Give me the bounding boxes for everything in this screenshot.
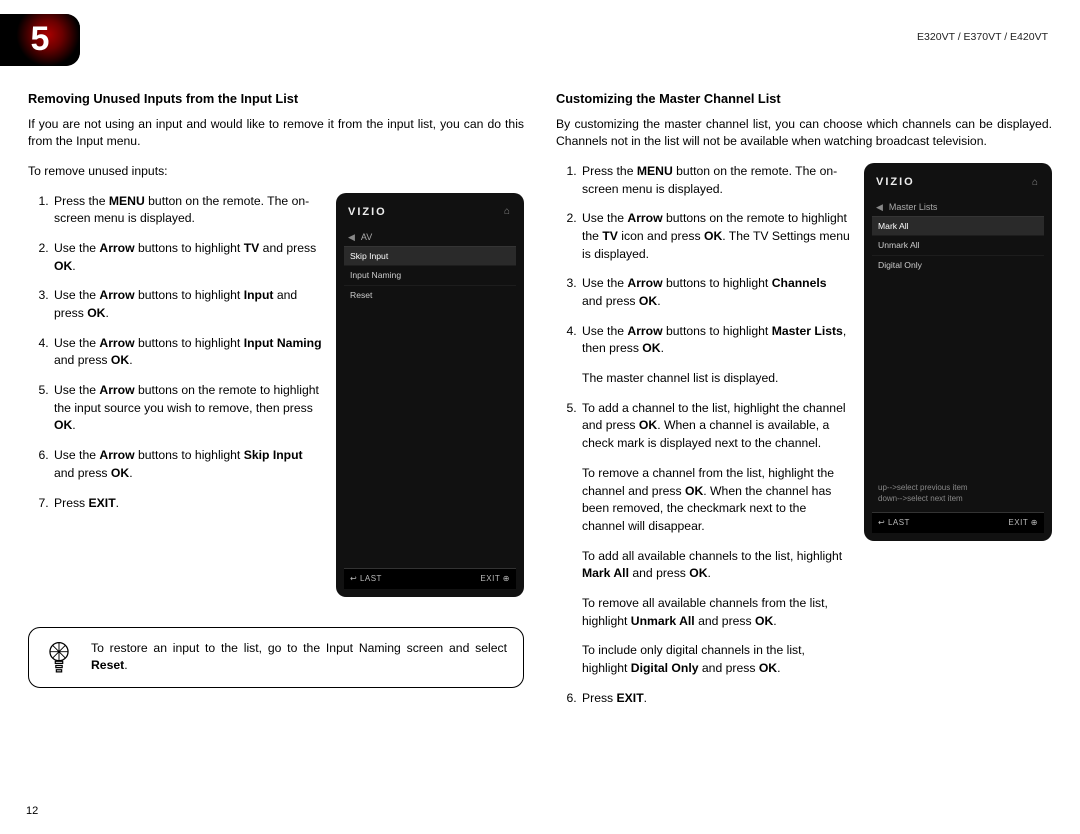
phone-brand: VIZIO ⌂ [344,203,516,229]
right-step-4: Use the Arrow buttons to highlight Maste… [580,323,850,388]
phone-row-digital-only: Digital Only [872,255,1044,274]
home-icon: ⌂ [504,205,512,220]
right-intro: By customizing the master channel list, … [556,116,1052,151]
home-icon: ⌂ [1032,176,1040,191]
phone-footer: ↩ LAST EXIT ⊕ [872,512,1044,533]
phone-row-skip-input: Skip Input [344,246,516,265]
phone-crumb-text: Master Lists [889,201,938,214]
phone-brand: VIZIO ⌂ [872,173,1044,199]
phone-row-mark-all: Mark All [872,216,1044,235]
phone-brand-text: VIZIO [876,175,915,191]
chevron-left-icon: ◀ [876,201,883,214]
phone-hint-down: down-->select next item [878,493,1038,504]
tip-text: To restore an input to the list, go to t… [91,640,507,675]
left-step-6: Use the Arrow buttons to highlight Skip … [52,447,322,482]
phone-crumb: ◀ AV [344,229,516,246]
chapter-number: 5 [0,14,80,66]
left-lead: To remove unused inputs: [28,163,524,181]
chevron-left-icon: ◀ [348,231,355,244]
phone-row-reset: Reset [344,285,516,304]
left-step-1: Press the MENU button on the remote. The… [52,193,322,228]
left-step-5: Use the Arrow buttons on the remote to h… [52,382,322,435]
right-steps-list: Press the MENU button on the remote. The… [556,163,850,708]
model-string: E320VT / E370VT / E420VT [917,30,1048,45]
phone-mock-master-lists: VIZIO ⌂ ◀ Master Lists Mark All Unmark A… [864,163,1052,541]
right-heading: Customizing the Master Channel List [556,90,1052,109]
phone-hint-up: up-->select previous item [878,482,1038,493]
phone-body-space [872,274,1044,482]
right-step-3: Use the Arrow buttons to highlight Chann… [580,275,850,310]
left-column: Removing Unused Inputs from the Input Li… [28,90,524,719]
right-step-1: Press the MENU button on the remote. The… [580,163,850,198]
phone-row-unmark-all: Unmark All [872,235,1044,254]
phone-row-input-naming: Input Naming [344,265,516,284]
phone-last: ↩ LAST [350,573,382,585]
left-step-2: Use the Arrow buttons to highlight TV an… [52,240,322,275]
phone-exit: EXIT ⊕ [1008,517,1038,529]
phone-exit: EXIT ⊕ [480,573,510,585]
left-heading: Removing Unused Inputs from the Input Li… [28,90,524,109]
phone-mock-av: VIZIO ⌂ ◀ AV Skip Input Input Naming Res… [336,193,524,597]
left-intro: If you are not using an input and would … [28,116,524,151]
phone-last: ↩ LAST [878,517,910,529]
page-number: 12 [26,804,38,820]
phone-footer: ↩ LAST EXIT ⊕ [344,568,516,589]
left-step-3: Use the Arrow buttons to highlight Input… [52,287,322,322]
phone-crumb-text: AV [361,231,372,244]
lightbulb-icon [45,640,73,674]
phone-brand-text: VIZIO [348,205,387,221]
right-step-2: Use the Arrow buttons on the remote to h… [580,210,850,263]
chapter-badge: 5 [0,14,80,66]
phone-crumb: ◀ Master Lists [872,199,1044,216]
tip-box: To restore an input to the list, go to t… [28,627,524,688]
right-column: Customizing the Master Channel List By c… [556,90,1052,719]
left-steps-list: Press the MENU button on the remote. The… [28,193,322,513]
phone-hints: up-->select previous item down-->select … [872,482,1044,508]
right-step-5: To add a channel to the list, highlight … [580,400,850,678]
phone-body-space [344,304,516,564]
right-step-6: Press EXIT. [580,690,850,708]
left-step-4: Use the Arrow buttons to highlight Input… [52,335,322,370]
left-step-7: Press EXIT. [52,495,322,513]
